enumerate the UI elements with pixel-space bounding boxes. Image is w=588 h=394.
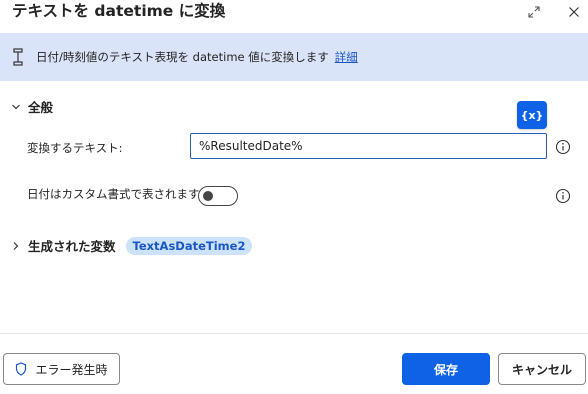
- on-error-label: エラー発生時: [35, 362, 108, 377]
- toggle-knob: [203, 190, 213, 201]
- generated-variables-label: 生成された変数: [28, 239, 116, 254]
- chevron-down-icon: [10, 101, 22, 113]
- custom-format-label: 日付はカスタム書式で表されます:: [27, 187, 204, 201]
- dialog-title: テキストを datetime に変換: [12, 2, 226, 20]
- custom-format-toggle[interactable]: [198, 186, 238, 206]
- info-circle-icon[interactable]: [555, 139, 571, 155]
- general-section-toggle[interactable]: 全般: [10, 97, 53, 116]
- generated-variables-section: 生成された変数 TextAsDateTime2: [10, 236, 253, 255]
- shield-icon: [16, 362, 27, 376]
- info-bar: 日付/時刻値のテキスト表現を datetime 値に変換します 詳細: [0, 33, 588, 81]
- action-info-icon: [11, 48, 25, 66]
- text-to-convert-label: 変換するテキスト:: [27, 141, 123, 155]
- chevron-right-icon[interactable]: [10, 240, 22, 252]
- learn-more-link[interactable]: 詳細: [335, 49, 358, 65]
- variable-chip[interactable]: TextAsDateTime2: [125, 236, 253, 255]
- text-to-convert-input[interactable]: %ResultedDate%: [190, 133, 547, 159]
- save-button[interactable]: 保存: [402, 353, 490, 385]
- insert-variable-button[interactable]: {x}: [517, 101, 547, 129]
- close-icon[interactable]: [564, 2, 584, 22]
- on-error-button[interactable]: エラー発生時: [3, 353, 120, 385]
- info-circle-icon[interactable]: [555, 188, 571, 204]
- expand-icon[interactable]: [524, 2, 544, 22]
- info-text: 日付/時刻値のテキスト表現を datetime 値に変換します: [36, 50, 329, 64]
- general-section-label: 全般: [28, 100, 54, 115]
- cancel-button[interactable]: キャンセル: [498, 353, 586, 385]
- footer-divider: [0, 333, 588, 334]
